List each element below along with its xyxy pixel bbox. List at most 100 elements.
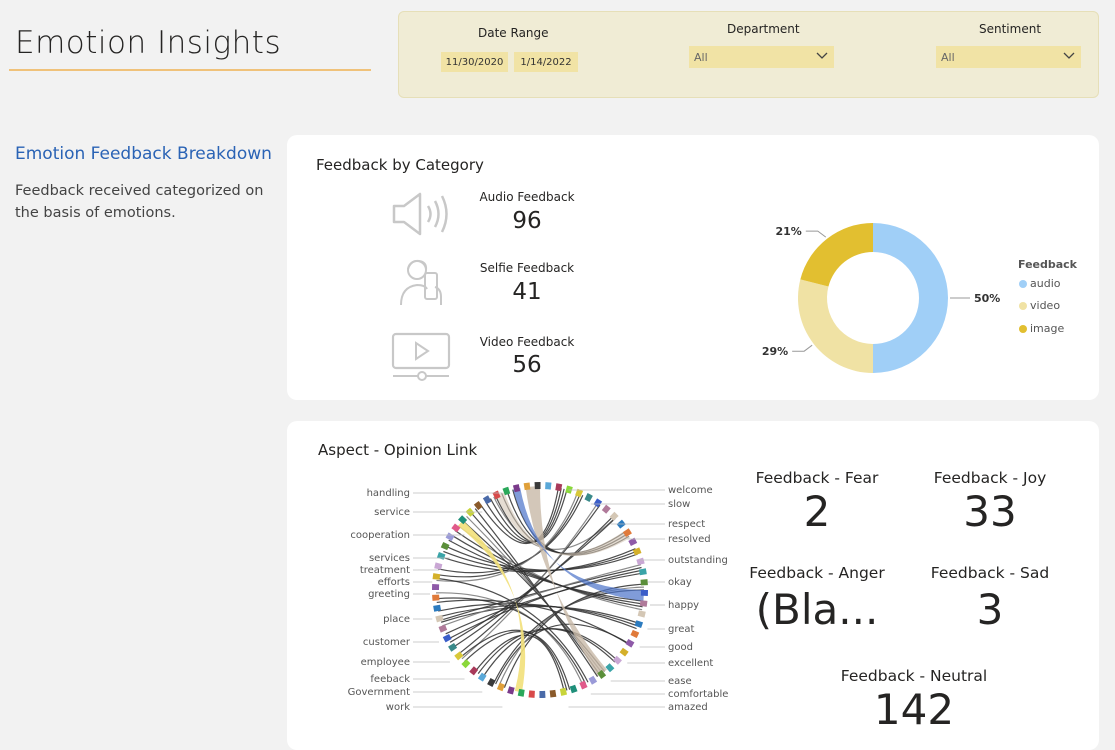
chord-group-arc[interactable] xyxy=(637,610,646,618)
chord-group-arc[interactable] xyxy=(448,642,458,652)
legend-item-image[interactable]: image xyxy=(1019,322,1064,335)
chevron-down-icon xyxy=(1063,52,1075,59)
chord-group-arc[interactable] xyxy=(445,532,455,541)
chord-group-arc[interactable] xyxy=(432,594,440,601)
opinion-label: amazed xyxy=(668,702,708,713)
chord-group-arc[interactable] xyxy=(507,686,515,695)
legend-label: audio xyxy=(1030,277,1061,290)
opinion-label: welcome xyxy=(668,485,713,496)
chord-group-arc[interactable] xyxy=(461,659,471,669)
chord-group-arc[interactable] xyxy=(569,684,578,694)
opinion-label: resolved xyxy=(668,534,711,545)
chord-group-arc[interactable] xyxy=(545,482,552,490)
chord-group-arc[interactable] xyxy=(609,511,619,521)
chord-group-arc[interactable] xyxy=(584,493,593,502)
chord-group-arc[interactable] xyxy=(619,647,629,657)
legend-dot xyxy=(1019,301,1027,310)
anger-label: Feedback - Anger xyxy=(749,564,885,582)
chevron-down-icon xyxy=(816,52,828,59)
aspect-label: services xyxy=(369,553,410,564)
chord-group-arc[interactable] xyxy=(632,547,642,556)
sad-label: Feedback - Sad xyxy=(930,564,1050,582)
chord-group-arc[interactable] xyxy=(640,579,648,586)
chord-group-arc[interactable] xyxy=(636,557,645,566)
chord-group-arc[interactable] xyxy=(432,583,440,590)
donut-data-label: 21% xyxy=(775,225,801,238)
aspect-label: cooperation xyxy=(350,530,410,541)
donut-data-label: 50% xyxy=(974,292,1000,305)
speaker-icon xyxy=(392,192,448,236)
video-feedback-value: 56 xyxy=(512,352,542,378)
aspect-label: employee xyxy=(361,657,410,668)
sentiment-dropdown[interactable]: All xyxy=(936,46,1081,68)
legend-item-audio[interactable]: audio xyxy=(1019,277,1060,290)
chord-group-arc[interactable] xyxy=(625,639,635,648)
chord-group-arc[interactable] xyxy=(434,562,443,570)
chord-group-arc[interactable] xyxy=(539,690,546,698)
opinion-label: good xyxy=(668,642,693,653)
opinion-label: excellent xyxy=(668,658,713,669)
chord-group-arc[interactable] xyxy=(482,495,492,505)
legend-label: video xyxy=(1030,299,1061,312)
aspect-label: handling xyxy=(367,488,410,499)
aspect-opinion-chord-diagram[interactable]: handling service cooperation servicestreatm… xyxy=(340,475,740,725)
chord-link xyxy=(443,550,637,572)
chord-group-arc[interactable] xyxy=(496,682,505,692)
date-start-input[interactable]: 11/30/2020 xyxy=(441,52,508,72)
card-title: Aspect - Opinion Link xyxy=(318,441,478,459)
chord-group-arc[interactable] xyxy=(638,568,647,576)
chord-group-arc[interactable] xyxy=(549,689,557,698)
chord-group-arc[interactable] xyxy=(435,614,444,623)
aspect-label: service xyxy=(374,507,410,518)
chord-group-arc[interactable] xyxy=(440,541,450,551)
chord-group-arc[interactable] xyxy=(593,498,603,508)
chord-group-arc[interactable] xyxy=(528,690,535,698)
chord-group-arc[interactable] xyxy=(605,663,615,673)
chord-group-arc[interactable] xyxy=(588,675,598,685)
chord-group-arc[interactable] xyxy=(487,678,496,687)
selfie-icon xyxy=(400,259,442,306)
filter-panel: Date Range 11/30/2020 1/14/2022 Departme… xyxy=(398,11,1099,98)
audio-feedback-label: Audio Feedback xyxy=(479,190,575,204)
donut-leader-line xyxy=(792,344,813,352)
legend-dot xyxy=(1019,279,1027,288)
legend-item-video[interactable]: video xyxy=(1019,299,1060,312)
date-end-input[interactable]: 1/14/2022 xyxy=(514,52,578,72)
chord-group-arc[interactable] xyxy=(630,629,640,639)
video-feedback-label: Video Feedback xyxy=(479,335,575,349)
chord-group-arc[interactable] xyxy=(634,620,644,629)
donut-slice-video[interactable] xyxy=(798,279,873,373)
audio-feedback-value: 96 xyxy=(512,208,542,234)
aspect-label: feeback xyxy=(370,674,410,685)
donut-data-label: 29% xyxy=(762,345,788,358)
neutral-label: Feedback - Neutral xyxy=(840,667,988,685)
section-heading: Emotion Feedback Breakdown xyxy=(15,144,272,164)
sentiment-value: All xyxy=(941,50,955,64)
chord-group-arc[interactable] xyxy=(601,504,611,514)
chord-group-arc[interactable] xyxy=(639,600,648,607)
chord-group-arc[interactable] xyxy=(469,666,479,676)
legend-label: image xyxy=(1030,322,1065,335)
anger-value: (Bla... xyxy=(755,585,879,634)
donut-slice-audio[interactable] xyxy=(873,223,948,373)
sad-value: 3 xyxy=(976,585,1004,634)
chord-group-arc[interactable] xyxy=(579,680,588,690)
chord-group-arc[interactable] xyxy=(454,651,464,661)
chord-group-arc[interactable] xyxy=(432,573,441,580)
chord-group-arc[interactable] xyxy=(442,634,452,643)
chord-group-arc[interactable] xyxy=(523,482,531,491)
legend-title: Feedback xyxy=(1018,258,1077,271)
card-title: Feedback by Category xyxy=(316,156,484,174)
chord-group-arc[interactable] xyxy=(640,590,648,597)
neutral-value: 142 xyxy=(873,685,955,734)
selfie-feedback-value: 41 xyxy=(512,279,542,305)
feedback-donut-chart[interactable]: 50% 29% 21% xyxy=(760,210,1010,380)
aspect-label: customer xyxy=(363,637,411,648)
chord-group-arc[interactable] xyxy=(436,551,446,560)
donut-slice-image[interactable] xyxy=(800,223,873,287)
department-dropdown[interactable]: All xyxy=(689,46,834,68)
chord-group-arc[interactable] xyxy=(534,482,541,490)
title-underline xyxy=(9,69,371,71)
opinion-label: slow xyxy=(668,499,690,510)
chord-group-arc[interactable] xyxy=(438,624,448,633)
